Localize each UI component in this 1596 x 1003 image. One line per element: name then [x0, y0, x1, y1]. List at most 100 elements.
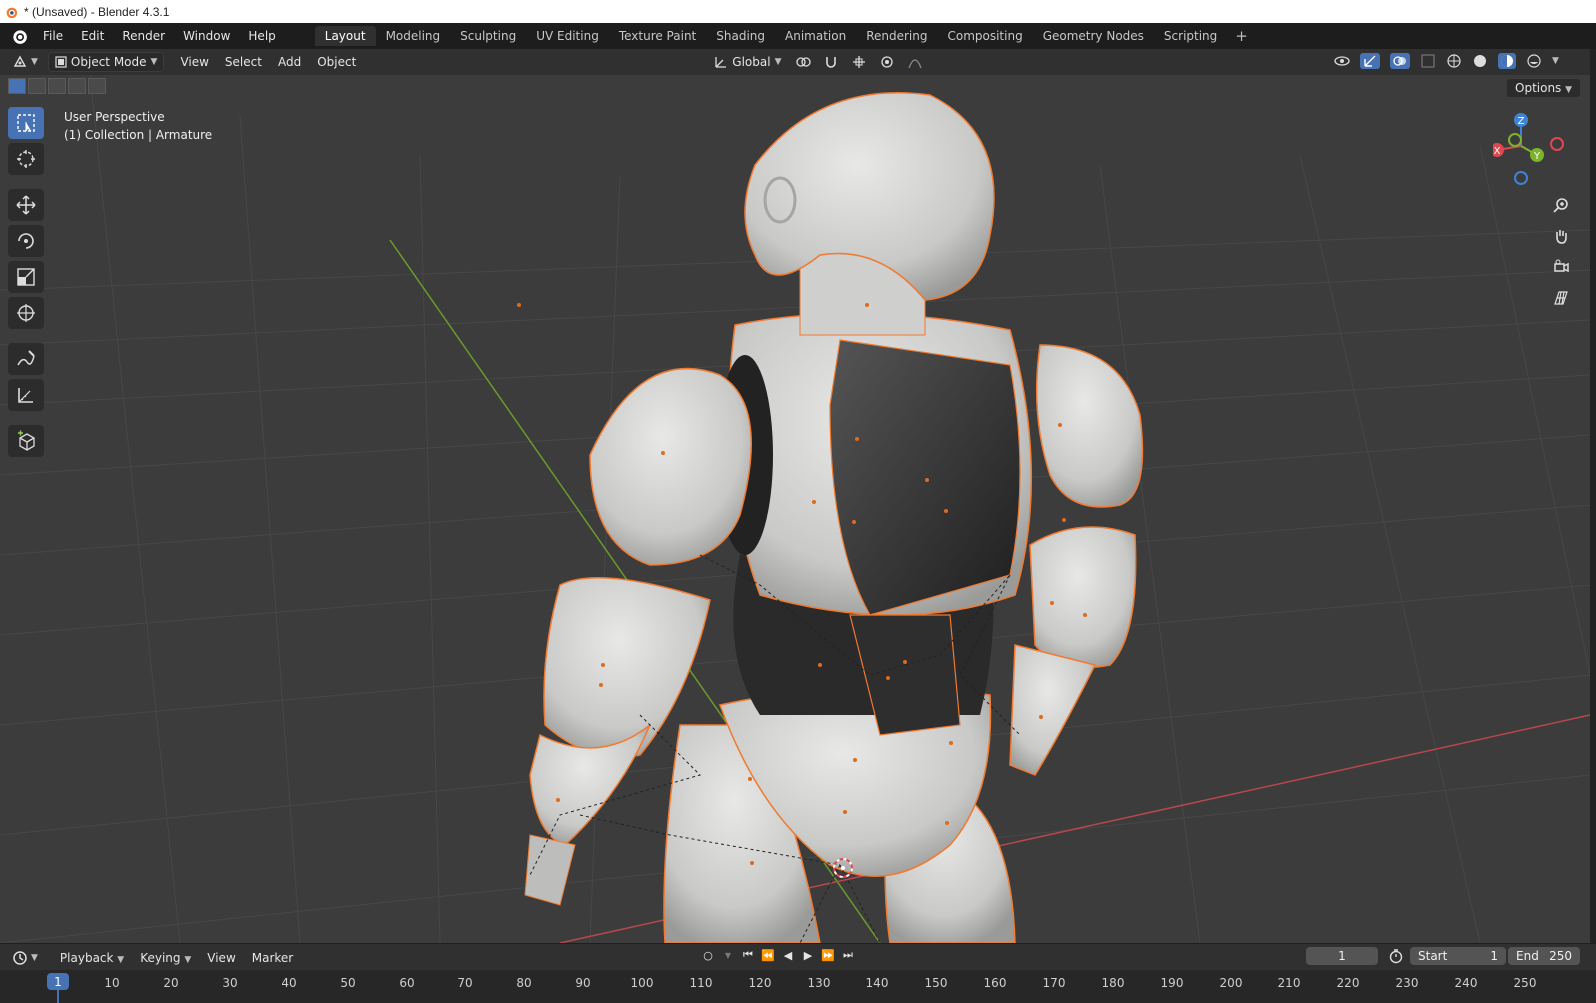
wireframe-shading-icon[interactable]	[1446, 53, 1462, 69]
tool-annotate[interactable]	[8, 343, 44, 375]
play-reverse-icon[interactable]: ◀	[780, 947, 796, 963]
perspective-label: User Perspective	[64, 110, 165, 124]
rendered-shading-icon[interactable]	[1526, 53, 1542, 69]
playhead-line[interactable]	[57, 990, 59, 1003]
current-frame-field[interactable]: 1	[1306, 947, 1378, 965]
tool-move[interactable]	[8, 189, 44, 221]
editor-type-button[interactable]: ▼	[12, 54, 38, 70]
tab-shading[interactable]: Shading	[706, 26, 775, 46]
chevron-down-icon[interactable]: ▼	[1552, 56, 1559, 66]
visibility-eye-icon[interactable]	[1334, 53, 1350, 69]
tab-animation[interactable]: Animation	[775, 26, 856, 46]
menu-edit[interactable]: Edit	[72, 29, 113, 43]
playhead-frame-indicator[interactable]: 1	[47, 973, 69, 990]
play-icon[interactable]: ▶	[800, 947, 816, 963]
ortho-toggle-button[interactable]	[1549, 286, 1573, 310]
tab-layout[interactable]: Layout	[314, 26, 376, 46]
tool-scale[interactable]	[8, 261, 44, 293]
select-invert-button[interactable]	[68, 78, 86, 94]
3d-viewport[interactable]	[0, 75, 1590, 943]
tab-rendering[interactable]: Rendering	[856, 26, 937, 46]
gizmo-neg-z-handle[interactable]	[1514, 171, 1528, 185]
options-dropdown[interactable]: Options ▼	[1506, 78, 1582, 98]
header-menu-view[interactable]: View	[172, 55, 216, 69]
blender-menu-icon[interactable]	[10, 27, 28, 45]
select-intersect-button[interactable]	[88, 78, 106, 94]
header-menu-select[interactable]: Select	[217, 55, 270, 69]
gizmo-toggle-button[interactable]	[1360, 53, 1380, 69]
start-frame-field[interactable]: Start 1	[1410, 947, 1506, 965]
falloff-icon[interactable]	[907, 54, 923, 70]
camera-view-icon	[1554, 259, 1569, 273]
orientation-dropdown[interactable]: Global ▼	[714, 55, 781, 69]
timeline-ruler[interactable]: 10 20 30 40 50 60 70 80 90 100 110 120 1…	[0, 970, 1596, 1003]
timeline-menu-view[interactable]: View	[199, 951, 243, 965]
menu-render[interactable]: Render	[113, 29, 174, 43]
tool-add-cube[interactable]	[8, 425, 44, 457]
chevron-down-icon[interactable]: ▼	[720, 947, 736, 963]
tab-scripting[interactable]: Scripting	[1154, 26, 1227, 46]
ruler-tick: 60	[399, 976, 415, 990]
tab-geometry-nodes[interactable]: Geometry Nodes	[1033, 26, 1154, 46]
auto-key-icon[interactable]: ○	[700, 947, 716, 963]
tool-transform[interactable]	[8, 297, 44, 329]
tab-texture-paint[interactable]: Texture Paint	[609, 26, 706, 46]
proportional-edit-icon[interactable]	[879, 54, 895, 70]
tool-rotate[interactable]	[8, 225, 44, 257]
viewport-overlay-controls: ▼	[1334, 53, 1559, 69]
jump-keyframe-back-icon[interactable]: ⏪	[760, 947, 776, 963]
timeline-menu-marker[interactable]: Marker	[244, 951, 301, 965]
menu-file[interactable]: File	[34, 29, 72, 43]
snap-target-icon[interactable]	[851, 54, 867, 70]
select-extend-button[interactable]	[28, 78, 46, 94]
snap-icon[interactable]	[823, 54, 839, 70]
robot-backpack[interactable]	[829, 339, 1021, 616]
add-workspace-button[interactable]: +	[1227, 27, 1256, 45]
gizmo-neg-x-handle[interactable]	[1550, 137, 1564, 151]
jump-end-icon[interactable]: ⏭	[840, 947, 856, 963]
overlays-toggle-button[interactable]	[1390, 53, 1410, 69]
mode-dropdown[interactable]: Object Mode ▼	[47, 52, 165, 72]
orientation-icon	[715, 57, 727, 68]
tool-measure[interactable]	[8, 379, 44, 411]
zoom-button[interactable]	[1549, 193, 1573, 217]
timeline-menu-keying[interactable]: Keying ▼	[132, 951, 199, 965]
header-menu-object[interactable]: Object	[309, 55, 364, 69]
xray-icon[interactable]	[1420, 53, 1436, 69]
ruler-tick: 180	[1101, 976, 1125, 990]
pivot-icon[interactable]	[795, 54, 812, 70]
menu-window[interactable]: Window	[174, 29, 239, 43]
ruler-tick: 100	[630, 976, 654, 990]
ruler-tick: 140	[865, 976, 889, 990]
navigation-gizmo[interactable]: Z X Y	[1493, 108, 1573, 193]
tab-modeling[interactable]: Modeling	[376, 26, 451, 46]
menu-help[interactable]: Help	[239, 29, 284, 43]
solid-shading-icon[interactable]	[1472, 53, 1488, 69]
ruler-tick: 190	[1160, 976, 1184, 990]
camera-view-button[interactable]	[1549, 255, 1573, 279]
tool-cursor[interactable]	[8, 143, 44, 175]
stopwatch-icon[interactable]	[1388, 948, 1404, 964]
gizmo-neg-y-handle[interactable]	[1508, 133, 1522, 147]
tool-select-box[interactable]	[8, 107, 44, 139]
timeline-menu-playback[interactable]: Playback ▼	[52, 951, 132, 965]
viewport-scene[interactable]	[0, 75, 1590, 943]
pan-button[interactable]	[1549, 224, 1573, 248]
tab-uv-editing[interactable]: UV Editing	[526, 26, 609, 46]
material-shading-button[interactable]	[1498, 53, 1516, 69]
jump-start-icon[interactable]: ⏮	[740, 947, 756, 963]
tab-sculpting[interactable]: Sculpting	[450, 26, 526, 46]
select-new-button[interactable]	[8, 78, 26, 94]
end-frame-field[interactable]: End 250	[1508, 947, 1580, 965]
chevron-down-icon: ▼	[31, 952, 38, 963]
ruler-tick: 40	[281, 976, 297, 990]
select-subtract-button[interactable]	[48, 78, 66, 94]
jump-keyframe-forward-icon[interactable]: ⏩	[820, 947, 836, 963]
zoom-icon	[1553, 198, 1568, 213]
tab-compositing[interactable]: Compositing	[937, 26, 1032, 46]
robot-right-upper-arm[interactable]	[1029, 526, 1137, 669]
transform-icon	[17, 304, 35, 322]
tool-shelf	[8, 107, 48, 457]
header-menu-add[interactable]: Add	[270, 55, 309, 69]
timeline-editor-type-button[interactable]: ▼	[12, 950, 38, 966]
